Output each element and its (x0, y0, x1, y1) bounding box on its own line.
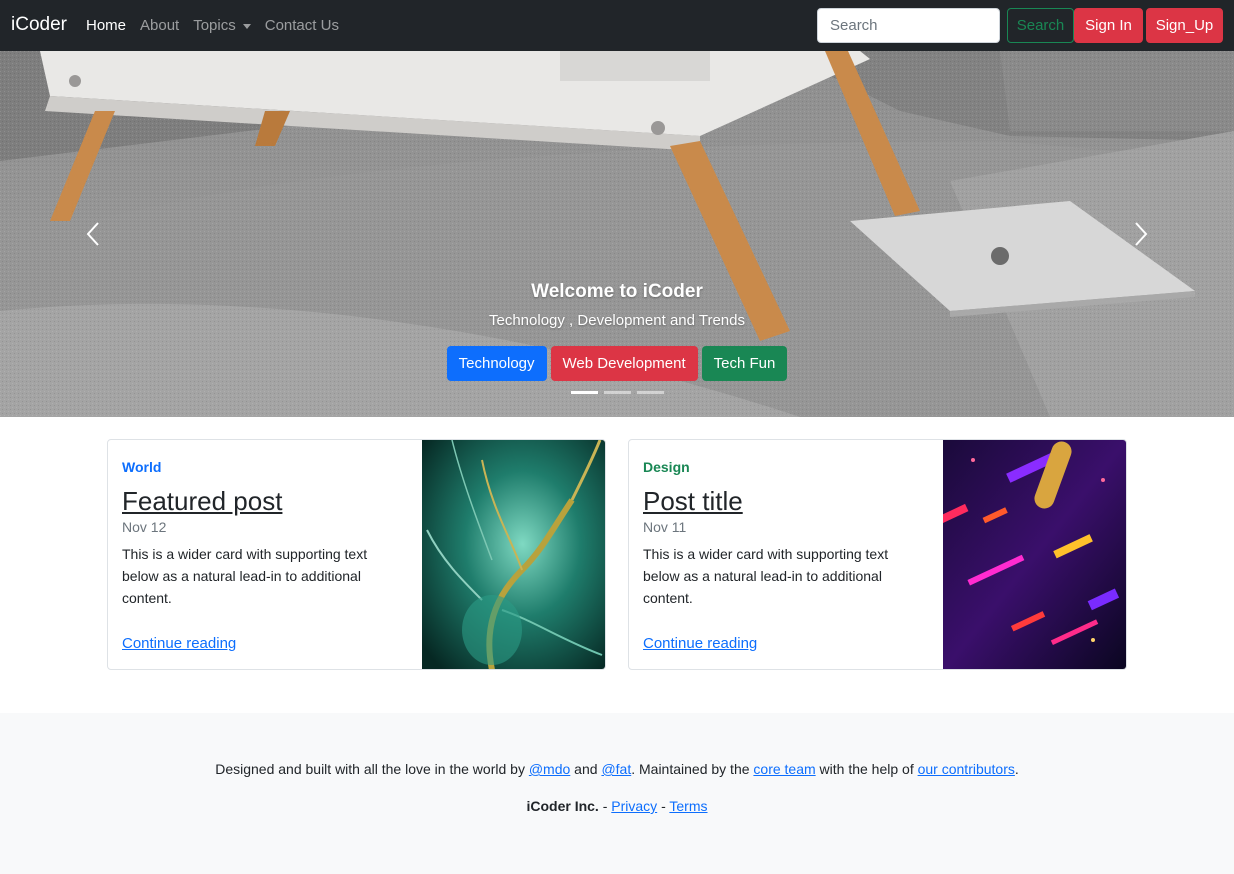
carousel-indicator-3[interactable] (636, 391, 664, 394)
footer: Designed and built with all the love in … (0, 713, 1234, 874)
terms-link[interactable]: Terms (669, 798, 707, 814)
web-development-button[interactable]: Web Development (550, 346, 698, 381)
nav-link-home[interactable]: Home (86, 16, 126, 36)
nav-link-contact[interactable]: Contact Us (265, 16, 339, 36)
hero-title: Welcome to iCoder (531, 281, 703, 302)
carousel-next-button[interactable] (1126, 219, 1156, 249)
card-text: This is a wider card with supporting tex… (643, 546, 889, 606)
technology-button[interactable]: Technology (446, 346, 547, 381)
core-team-link[interactable]: core team (753, 761, 815, 777)
footer-text: Designed and built with all the love in … (215, 761, 529, 777)
footer-text: . Maintained by the (631, 761, 754, 777)
tech-fun-button[interactable]: Tech Fun (701, 346, 788, 381)
navbar: iCoder Home About Topics Contact Us Sear… (0, 0, 1234, 51)
mdo-link[interactable]: @mdo (529, 761, 570, 777)
card-date: Nov 12 (122, 519, 167, 535)
privacy-link[interactable]: Privacy (611, 798, 657, 814)
card-date: Nov 11 (643, 519, 687, 535)
brand-logo[interactable]: iCoder (11, 14, 67, 36)
nav-link-about[interactable]: About (140, 16, 179, 36)
hero-subtitle: Technology , Development and Trends (489, 312, 745, 329)
sign-up-button[interactable]: Sign_Up (1146, 8, 1223, 43)
footer-text: . (1014, 761, 1019, 777)
company-name: iCoder Inc. (526, 798, 599, 814)
search-input[interactable] (817, 8, 1000, 43)
carousel-indicator-1[interactable] (570, 391, 598, 394)
card-title: Featured post (122, 486, 283, 516)
nav-link-topics-label: Topics (193, 17, 236, 34)
hero-carousel: Welcome to iCoder Technology , Developme… (0, 51, 1234, 417)
carousel-prev-button[interactable] (78, 219, 108, 249)
nav-link-topics[interactable]: Topics (193, 16, 251, 36)
footer-legal: iCoder Inc. - Privacy - Terms (0, 798, 1234, 814)
chevron-right-icon (1135, 222, 1148, 246)
chevron-left-icon (86, 222, 99, 246)
card-thumbnail-image (422, 440, 605, 669)
card-category: Design (643, 459, 690, 475)
continue-reading-link[interactable]: Continue reading (643, 635, 757, 652)
card-title: Post title (643, 486, 743, 516)
hero-button-group: Technology Web Development Tech Fun (0, 346, 1234, 381)
footer-text: with the help of (815, 761, 918, 777)
post-card: Design Post title Nov 11 This is a wider… (628, 439, 1127, 670)
card-text: This is a wider card with supporting tex… (122, 546, 368, 606)
featured-post-card: World Featured post Nov 12 This is a wid… (107, 439, 606, 670)
contributors-link[interactable]: our contributors (918, 761, 1015, 777)
card-category: World (122, 459, 162, 475)
separator: - (657, 798, 670, 814)
footer-text: and (570, 761, 602, 777)
separator: - (598, 798, 612, 814)
fat-link[interactable]: @fat (601, 761, 631, 777)
nav-links: Home About Topics Contact Us (86, 16, 353, 36)
continue-reading-link[interactable]: Continue reading (122, 635, 236, 652)
caret-down-icon (242, 24, 251, 29)
sign-in-button[interactable]: Sign In (1074, 8, 1143, 43)
footer-credits: Designed and built with all the love in … (0, 761, 1234, 777)
carousel-indicator-2[interactable] (603, 391, 631, 394)
card-thumbnail-image (943, 440, 1126, 669)
carousel-indicators (0, 391, 1234, 394)
search-button[interactable]: Search (1007, 8, 1074, 43)
